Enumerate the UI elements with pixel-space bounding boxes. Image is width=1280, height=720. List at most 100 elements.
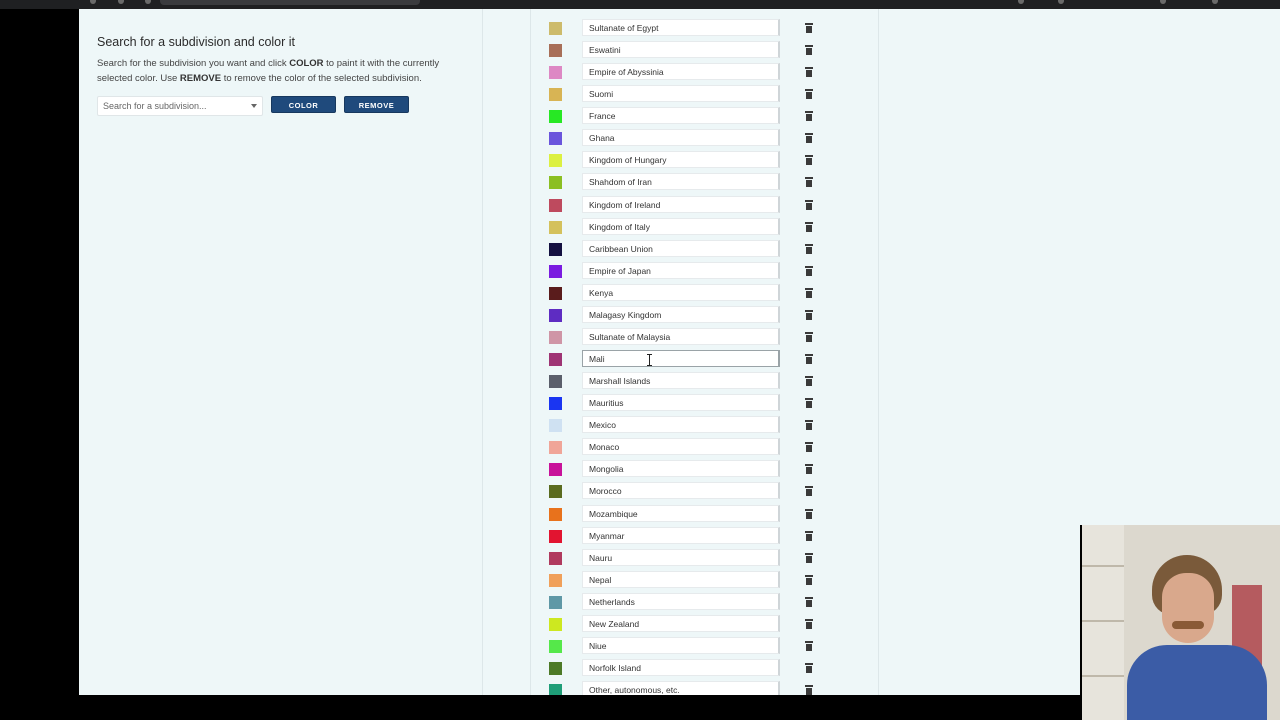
subdivision-name-field[interactable]: Sultanate of Malaysia <box>582 327 780 345</box>
subdivision-name-field[interactable]: Malagasy Kingdom <box>582 305 780 323</box>
subdivision-name-field[interactable]: Mexico <box>582 416 780 434</box>
trash-icon[interactable] <box>805 287 813 298</box>
extension-icon[interactable] <box>1018 0 1024 4</box>
color-swatch[interactable] <box>549 308 562 322</box>
back-icon[interactable] <box>90 0 96 4</box>
color-swatch[interactable] <box>549 551 562 565</box>
bookmark-icon[interactable] <box>1058 0 1064 4</box>
subdivision-name-field[interactable]: Ghana <box>582 129 780 147</box>
color-swatch[interactable] <box>549 507 562 521</box>
subdivision-name-field[interactable]: Mozambique <box>582 504 780 522</box>
trash-icon[interactable] <box>805 574 813 585</box>
reload-icon[interactable] <box>145 0 151 4</box>
color-swatch[interactable] <box>549 264 562 278</box>
subdivision-name-field[interactable]: Sultanate of Egypt <box>582 19 780 36</box>
trash-icon[interactable] <box>805 508 813 519</box>
color-swatch[interactable] <box>549 330 562 344</box>
color-swatch[interactable] <box>549 22 562 35</box>
subdivision-name-field[interactable]: Empire of Abyssinia <box>582 63 780 81</box>
subdivision-name-field[interactable]: Mongolia <box>582 460 780 478</box>
trash-icon[interactable] <box>805 243 813 254</box>
subdivision-name-field[interactable]: Niue <box>582 636 780 654</box>
color-swatch[interactable] <box>549 66 562 80</box>
trash-icon[interactable] <box>805 596 813 607</box>
color-swatch[interactable] <box>549 684 562 695</box>
color-swatch[interactable] <box>549 44 562 58</box>
remove-button[interactable]: REMOVE <box>344 96 409 113</box>
menu-icon[interactable] <box>1212 0 1218 4</box>
color-swatch[interactable] <box>549 595 562 609</box>
trash-icon[interactable] <box>805 221 813 232</box>
trash-icon[interactable] <box>805 398 813 409</box>
subdivision-name-field[interactable]: Empire of Japan <box>582 261 780 279</box>
color-swatch[interactable] <box>549 375 562 389</box>
trash-icon[interactable] <box>805 420 813 431</box>
profile-icon[interactable] <box>1160 0 1166 4</box>
color-swatch[interactable] <box>549 617 562 631</box>
color-swatch[interactable] <box>549 110 562 124</box>
color-swatch[interactable] <box>549 198 562 212</box>
color-swatch[interactable] <box>549 286 562 300</box>
subdivision-name-field[interactable]: Caribbean Union <box>582 239 780 257</box>
color-swatch[interactable] <box>549 132 562 146</box>
trash-icon[interactable] <box>805 45 813 56</box>
subdivision-name-field[interactable]: Kingdom of Hungary <box>582 151 780 169</box>
color-swatch[interactable] <box>549 154 562 168</box>
subdivision-name-field[interactable]: Nauru <box>582 548 780 566</box>
color-swatch[interactable] <box>549 573 562 587</box>
color-swatch[interactable] <box>549 242 562 256</box>
trash-icon[interactable] <box>805 331 813 342</box>
color-swatch[interactable] <box>549 463 562 477</box>
trash-icon[interactable] <box>805 552 813 563</box>
trash-icon[interactable] <box>805 155 813 166</box>
color-swatch[interactable] <box>549 419 562 433</box>
subdivision-name-field[interactable]: Mauritius <box>582 394 780 412</box>
color-swatch[interactable] <box>549 639 562 653</box>
trash-icon[interactable] <box>805 133 813 144</box>
color-swatch[interactable] <box>549 353 562 367</box>
subdivision-name-field[interactable]: New Zealand <box>582 614 780 632</box>
color-swatch[interactable] <box>549 662 562 676</box>
trash-icon[interactable] <box>805 23 813 33</box>
subdivision-name-field[interactable]: Monaco <box>582 438 780 456</box>
subdivision-name-field[interactable]: Other, autonomous, etc. <box>582 681 780 695</box>
subdivision-name-field[interactable]: Kingdom of Italy <box>582 217 780 235</box>
subdivision-name-field[interactable]: Kenya <box>582 283 780 301</box>
forward-icon[interactable] <box>118 0 124 4</box>
color-swatch[interactable] <box>549 88 562 102</box>
color-swatch[interactable] <box>549 220 562 234</box>
color-swatch[interactable] <box>549 485 562 499</box>
trash-icon[interactable] <box>805 376 813 387</box>
trash-icon[interactable] <box>805 89 813 100</box>
trash-icon[interactable] <box>805 442 813 453</box>
color-swatch[interactable] <box>549 441 562 455</box>
subdivision-name-field[interactable]: Nepal <box>582 570 780 588</box>
color-swatch[interactable] <box>549 529 562 543</box>
color-button[interactable]: COLOR <box>271 96 336 113</box>
trash-icon[interactable] <box>805 309 813 320</box>
trash-icon[interactable] <box>805 618 813 629</box>
subdivision-name-field[interactable]: Shahdom of Iran <box>582 173 780 191</box>
trash-icon[interactable] <box>805 486 813 497</box>
color-swatch[interactable] <box>549 397 562 411</box>
address-bar[interactable] <box>160 0 420 5</box>
subdivision-name-field[interactable]: Mali <box>582 350 780 368</box>
subdivision-name-field[interactable]: Netherlands <box>582 592 780 610</box>
trash-icon[interactable] <box>805 354 813 365</box>
subdivision-name-field[interactable]: Marshall Islands <box>582 372 780 390</box>
subdivision-name-field[interactable]: Norfolk Island <box>582 659 780 677</box>
subdivision-name-field[interactable]: Eswatini <box>582 41 780 59</box>
subdivision-search-select[interactable]: Search for a subdivision... <box>97 96 263 116</box>
trash-icon[interactable] <box>805 530 813 541</box>
trash-icon[interactable] <box>805 464 813 475</box>
trash-icon[interactable] <box>805 663 813 674</box>
trash-icon[interactable] <box>805 199 813 210</box>
trash-icon[interactable] <box>805 265 813 276</box>
color-swatch[interactable] <box>549 176 562 190</box>
trash-icon[interactable] <box>805 177 813 188</box>
trash-icon[interactable] <box>805 67 813 78</box>
subdivision-name-field[interactable]: Myanmar <box>582 526 780 544</box>
trash-icon[interactable] <box>805 111 813 122</box>
subdivision-name-field[interactable]: Suomi <box>582 85 780 103</box>
subdivision-name-field[interactable]: Kingdom of Ireland <box>582 195 780 213</box>
